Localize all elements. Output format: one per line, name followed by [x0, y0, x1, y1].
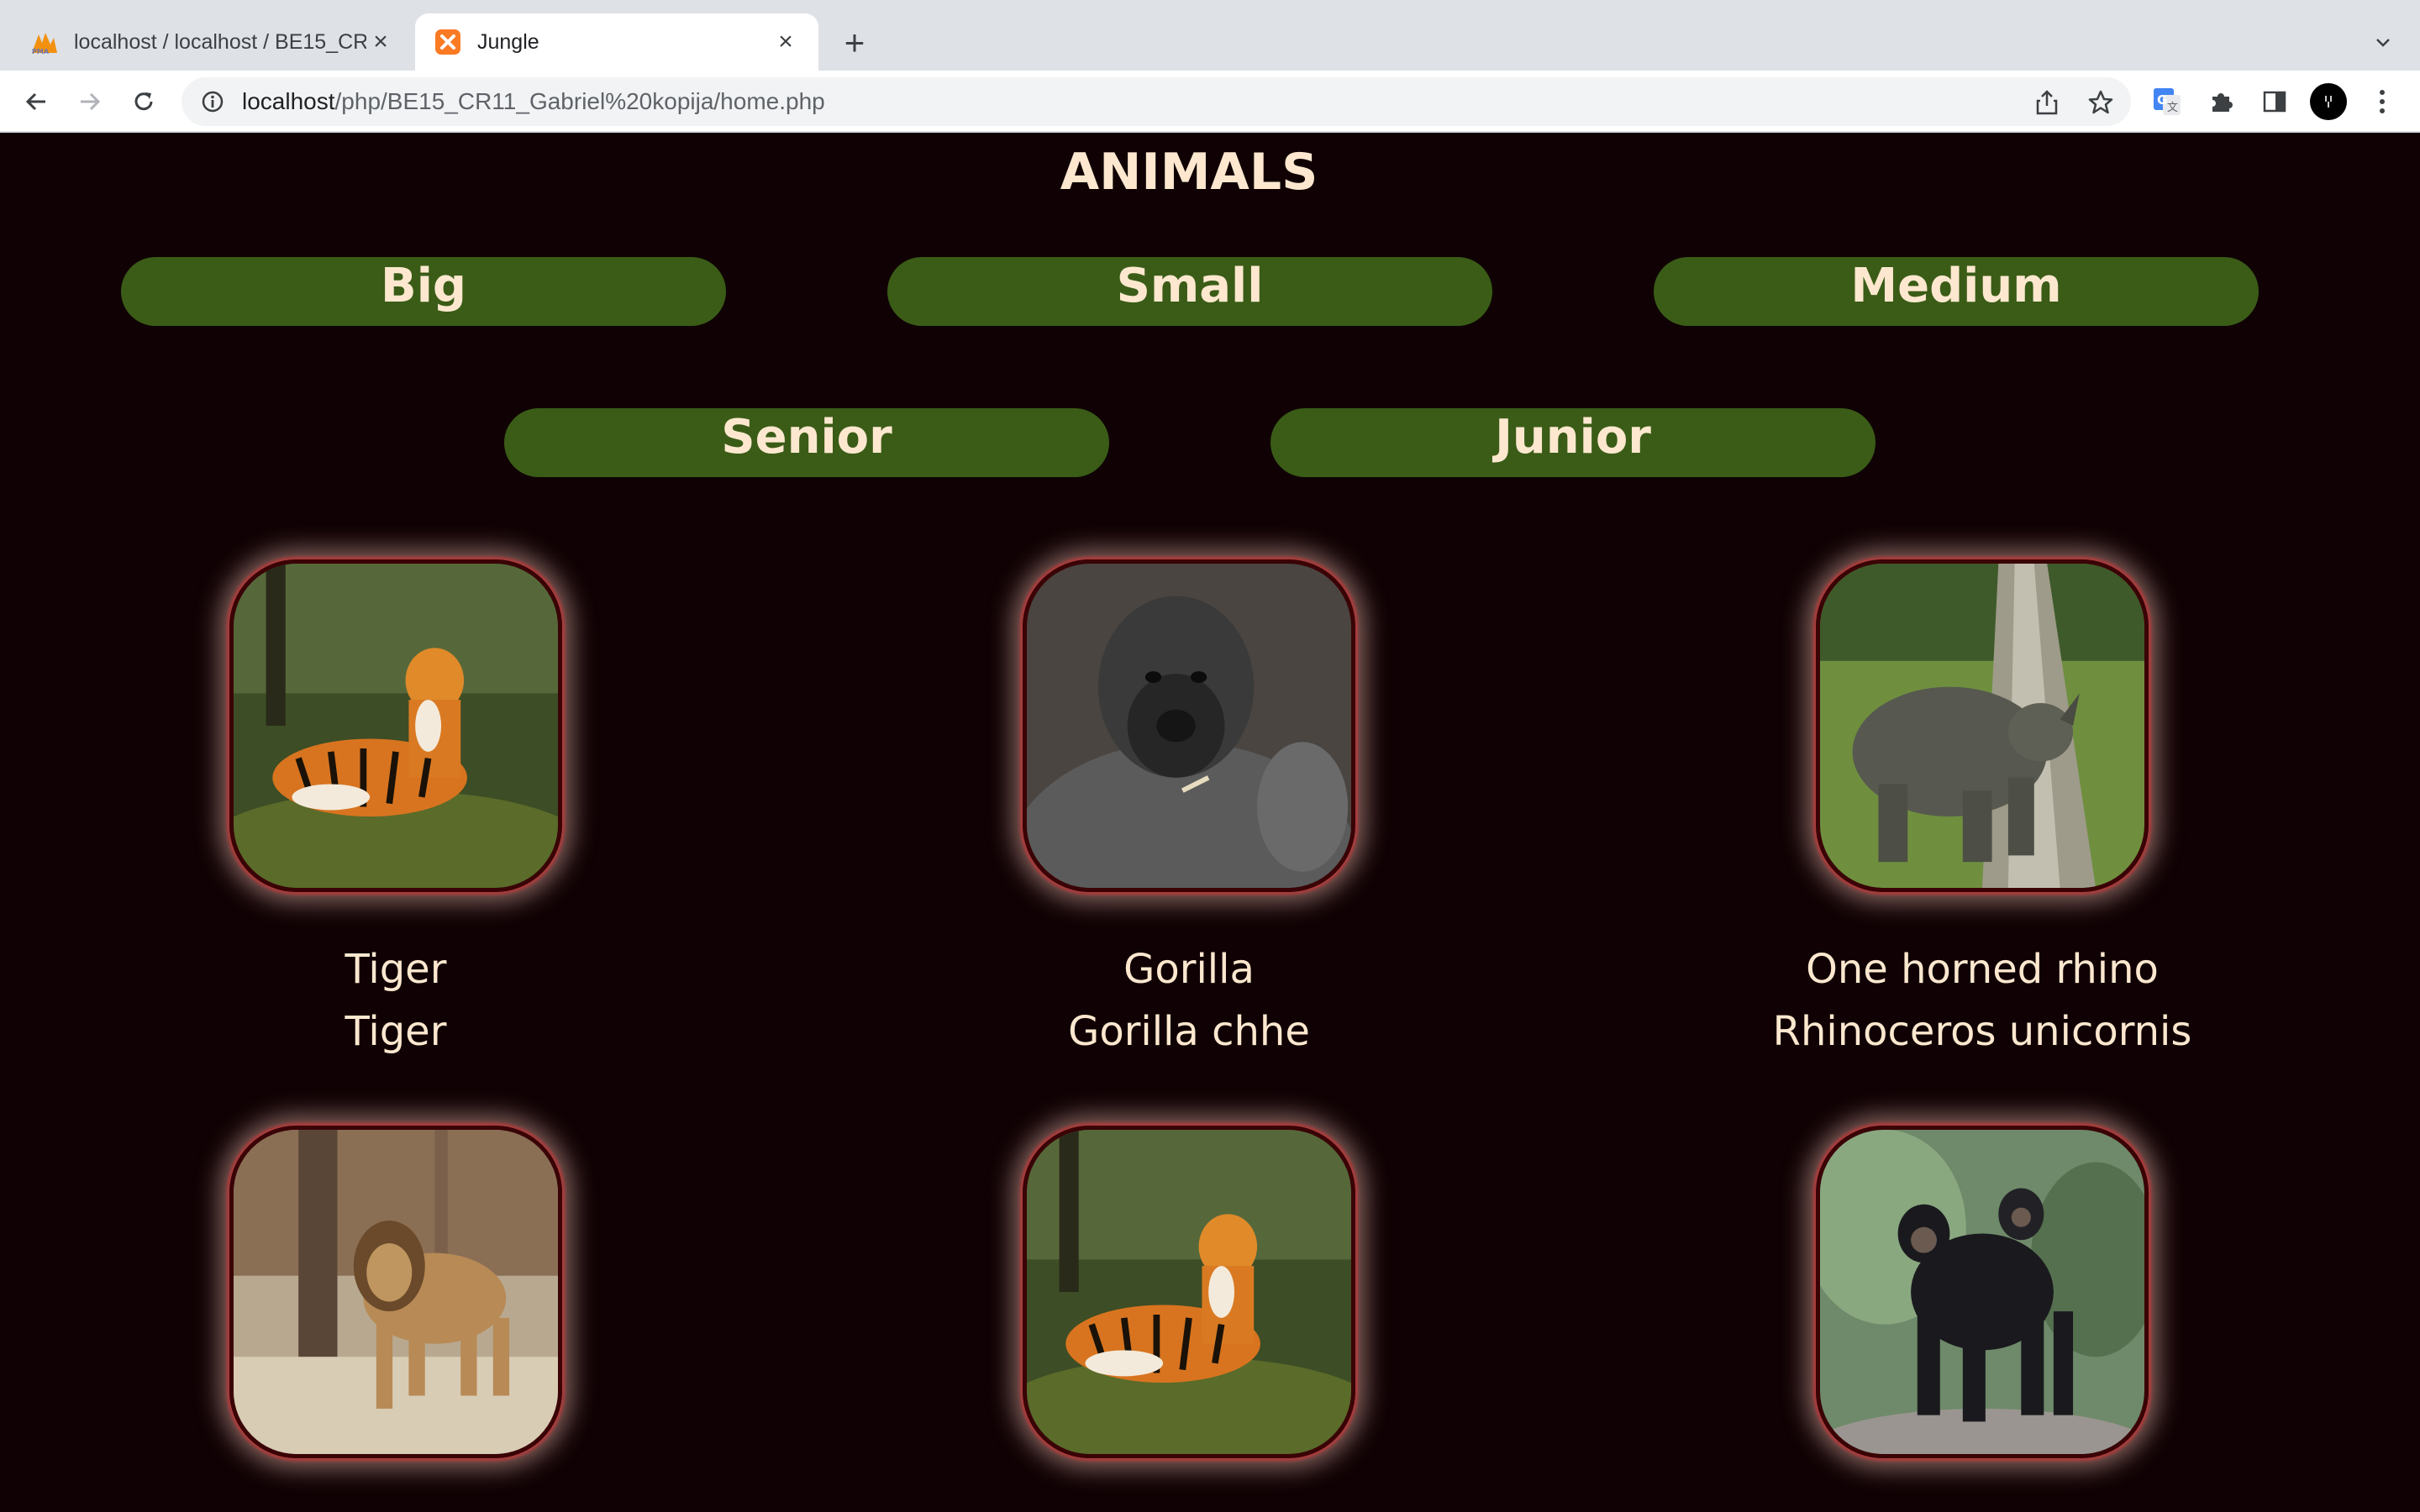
chevron-down-icon[interactable]: [2366, 25, 2400, 59]
browser-tabstrip: PMA localhost / localhost / BE15_CR × Ju…: [0, 0, 2420, 71]
forward-icon[interactable]: [71, 82, 109, 121]
bookmark-star-icon[interactable]: [2084, 86, 2118, 119]
tab-title: localhost / localhost / BE15_CR: [74, 29, 366, 54]
url-host: localhost: [242, 88, 335, 114]
animal-image-tiger[interactable]: [229, 559, 562, 892]
animal-image-gorilla[interactable]: [1023, 559, 1355, 892]
page-content: ANIMALS Big Small Medium Senior Junior T…: [0, 133, 2420, 1512]
svg-text:G: G: [2157, 92, 2167, 108]
tab-phpmyadmin[interactable]: PMA localhost / localhost / BE15_CR ×: [12, 13, 413, 71]
url-path: /php/BE15_CR11_Gabriel%20kopija/home.php: [334, 88, 825, 114]
browser-toolbar: localhost/php/BE15_CR11_Gabriel%20kopija…: [0, 71, 2420, 133]
reload-icon[interactable]: [124, 82, 163, 121]
animal-name: One horned rhino: [1806, 946, 2159, 993]
svg-text:PMA: PMA: [32, 48, 50, 55]
google-translate-icon[interactable]: G文: [2148, 82, 2186, 121]
animal-scientific-name: Tiger: [345, 1008, 447, 1055]
new-tab-icon[interactable]: +: [835, 24, 874, 62]
filter-medium-button[interactable]: Medium: [1654, 257, 2259, 326]
animal-image-lion[interactable]: [229, 1126, 562, 1458]
filter-small-button[interactable]: Small: [887, 257, 1492, 326]
xampp-icon: [434, 28, 462, 56]
animal-name: Tiger: [345, 946, 447, 993]
tab-jungle[interactable]: Jungle ×: [415, 13, 818, 71]
close-tab-icon[interactable]: ×: [366, 28, 395, 56]
phpmyadmin-icon: PMA: [30, 28, 59, 56]
animal-name: Gorilla: [1123, 946, 1255, 993]
extensions-puzzle-icon[interactable]: [2202, 82, 2240, 121]
avatar: [2310, 83, 2347, 120]
filter-senior-button[interactable]: Senior: [504, 408, 1109, 477]
side-panel-icon[interactable]: [2255, 82, 2294, 121]
animal-image-chimpanzee[interactable]: [1816, 1126, 2149, 1458]
filter-junior-button[interactable]: Junior: [1270, 408, 1876, 477]
info-icon[interactable]: [198, 87, 227, 116]
profile-avatar[interactable]: [2309, 82, 2348, 121]
svg-text:文: 文: [2167, 102, 2178, 114]
back-icon[interactable]: [17, 82, 55, 121]
tab-title: Jungle: [477, 29, 539, 54]
animal-scientific-name: Rhinoceros unicornis: [1772, 1008, 2192, 1055]
filter-big-button[interactable]: Big: [121, 257, 726, 326]
page-title: ANIMALS: [1060, 143, 1318, 202]
close-tab-icon[interactable]: ×: [771, 28, 800, 56]
share-icon[interactable]: [2030, 86, 2064, 119]
address-bar[interactable]: localhost/php/BE15_CR11_Gabriel%20kopija…: [182, 77, 2131, 126]
animal-image-rhino[interactable]: [1816, 559, 2149, 892]
menu-kebab-icon[interactable]: [2363, 82, 2402, 121]
animal-image-tiger[interactable]: [1023, 1126, 1355, 1458]
animal-scientific-name: Gorilla chhe: [1068, 1008, 1310, 1055]
